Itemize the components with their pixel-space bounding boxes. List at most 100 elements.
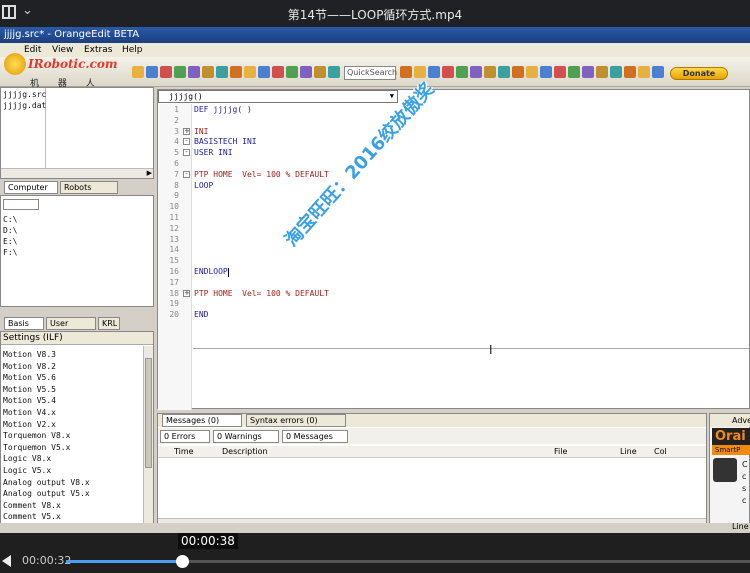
toolbar-icon[interactable] — [582, 66, 594, 78]
tab-syntax-errors[interactable]: Syntax errors (0) — [246, 414, 346, 427]
toolbar-icon[interactable] — [540, 66, 552, 78]
setting-item[interactable]: Comment V8.x — [3, 501, 61, 510]
messages-grid-header: Time Description File Line Col — [158, 446, 706, 458]
setting-item[interactable]: Motion V4.x — [3, 408, 56, 417]
toolbar-icon[interactable] — [132, 66, 144, 78]
toolbar-icon[interactable] — [442, 66, 454, 78]
tab-basis[interactable]: Basis — [4, 317, 44, 330]
code-editor[interactable]: jjjjg() ▼ 1 2 3 +4-5-6 7-8 9 10 11 12 13 14 15 16 17 18… — [157, 89, 750, 410]
col-line[interactable]: Line — [620, 447, 637, 456]
drive-item[interactable]: D:\ — [3, 226, 17, 235]
line-number: 20 — [169, 310, 179, 320]
drive-item[interactable]: C:\ — [3, 215, 17, 224]
tab-computer[interactable]: Computer — [4, 181, 58, 194]
tab-krl[interactable]: KRL — [98, 317, 120, 330]
quicksearch-input[interactable]: QuickSearch — [344, 66, 397, 80]
toolbar-icon[interactable] — [300, 66, 312, 78]
toolbar-icon[interactable] — [456, 66, 468, 78]
toolbar-icon[interactable] — [160, 66, 172, 78]
messages-filter[interactable]: 0 Messages — [282, 430, 348, 443]
col-time[interactable]: Time — [174, 447, 194, 456]
warnings-filter[interactable]: 0 Warnings — [213, 430, 279, 443]
toolbar-icon[interactable] — [610, 66, 622, 78]
drive-combo[interactable] — [3, 199, 39, 210]
file-item[interactable]: jjjjg.src — [3, 90, 46, 99]
toolbar-icon[interactable] — [568, 66, 580, 78]
tab-messages-label: Messages (0) — [166, 416, 220, 425]
toolbar-icon[interactable] — [624, 66, 636, 78]
line-number: 5 — [174, 148, 179, 158]
toolbar-icon[interactable] — [146, 66, 158, 78]
fold-toggle-icon[interactable]: + — [183, 289, 190, 297]
toolbar-icon[interactable] — [498, 66, 510, 78]
advert-tab[interactable]: Adve — [710, 414, 750, 427]
setting-item[interactable]: Motion V5.6 — [3, 373, 56, 382]
fold-toggle-icon[interactable]: - — [183, 149, 190, 157]
fold-toggle-icon[interactable]: - — [183, 138, 190, 146]
setting-item[interactable]: Motion V5.5 — [3, 385, 56, 394]
scroll-right-icon[interactable]: ▶ — [147, 169, 152, 177]
setting-item[interactable]: Analog output V8.x — [3, 478, 90, 487]
chevron-down-icon[interactable]: ▼ — [390, 91, 394, 102]
setting-item[interactable]: Torquemon V5.x — [3, 443, 70, 452]
toolbar-icon[interactable] — [174, 66, 186, 78]
toolbar-icon[interactable] — [328, 66, 340, 78]
line-number: 1 — [174, 105, 179, 114]
toolbar-icon[interactable] — [652, 66, 664, 78]
setting-item[interactable]: Torquemon V8.x — [3, 431, 70, 440]
messages-tabs: Messages (0) Syntax errors (0) — [158, 414, 706, 427]
drive-item[interactable]: F:\ — [3, 248, 17, 257]
files-scrollbar[interactable]: ▶ — [1, 168, 153, 178]
robot-logo-icon — [4, 53, 26, 75]
toolbar-icon[interactable] — [554, 66, 566, 78]
warnings-filter-label: 0 Warnings — [217, 432, 262, 441]
setting-item[interactable]: Logic V5.x — [3, 466, 51, 475]
setting-item[interactable]: Motion V8.2 — [3, 362, 56, 371]
toolbar-icon[interactable] — [400, 66, 412, 78]
toolbar-icon[interactable] — [596, 66, 608, 78]
toolbar-icon[interactable] — [638, 66, 650, 78]
col-col[interactable]: Col — [654, 447, 667, 456]
left-panel: jjjjg.src jjjjg.dat ▶ Computer Robots C:… — [0, 87, 154, 533]
file-item[interactable]: jjjjg.dat — [3, 101, 46, 110]
seek-handle[interactable] — [176, 555, 190, 568]
drive-item[interactable]: E:\ — [3, 237, 17, 246]
fold-toggle-icon[interactable]: - — [183, 170, 190, 178]
code-line: BASISTECH INI — [194, 137, 257, 147]
errors-filter[interactable]: 0 Errors — [160, 430, 210, 443]
menu-help[interactable]: Help — [122, 43, 143, 57]
toolbar-icon[interactable] — [188, 66, 200, 78]
function-selector-label: jjjjg() — [169, 92, 203, 101]
toolbar-icon[interactable] — [258, 66, 270, 78]
toolbar-icon[interactable] — [286, 66, 298, 78]
toolbar-icon[interactable] — [230, 66, 242, 78]
toolbar-icon[interactable] — [272, 66, 284, 78]
col-description[interactable]: Description — [222, 447, 268, 456]
toolbar-icon[interactable] — [512, 66, 524, 78]
toolbar-icon[interactable] — [216, 66, 228, 78]
tab-robots[interactable]: Robots — [60, 181, 118, 194]
toolbar-icon[interactable] — [202, 66, 214, 78]
tab-messages[interactable]: Messages (0) — [162, 414, 242, 427]
setting-item[interactable]: Motion V2.x — [3, 420, 56, 429]
fold-toggle-icon[interactable]: + — [183, 127, 190, 135]
setting-item[interactable]: Motion V5.4 — [3, 396, 56, 405]
toolbar-icon[interactable] — [244, 66, 256, 78]
toolbar-icon[interactable] — [314, 66, 326, 78]
donate-button[interactable]: Donate — [670, 67, 728, 80]
seek-bar[interactable] — [66, 560, 750, 563]
toolbar-icon[interactable] — [526, 66, 538, 78]
code-line: ENDLOOP — [194, 267, 228, 276]
settings-scrollbar[interactable] — [143, 346, 153, 532]
tab-user[interactable]: User — [46, 317, 96, 330]
toolbar-icon[interactable] — [470, 66, 482, 78]
setting-item[interactable]: Motion V8.3 — [3, 350, 56, 359]
toolbar-icon[interactable] — [484, 66, 496, 78]
line-number: 4 — [174, 137, 179, 147]
setting-item[interactable]: Logic V8.x — [3, 454, 51, 463]
setting-item[interactable]: Analog output V5.x — [3, 489, 90, 498]
rewind-icon[interactable] — [2, 555, 11, 567]
setting-item[interactable]: Comment V5.x — [3, 512, 61, 521]
col-file[interactable]: File — [554, 447, 567, 456]
function-selector[interactable]: jjjjg() ▼ — [158, 90, 398, 103]
